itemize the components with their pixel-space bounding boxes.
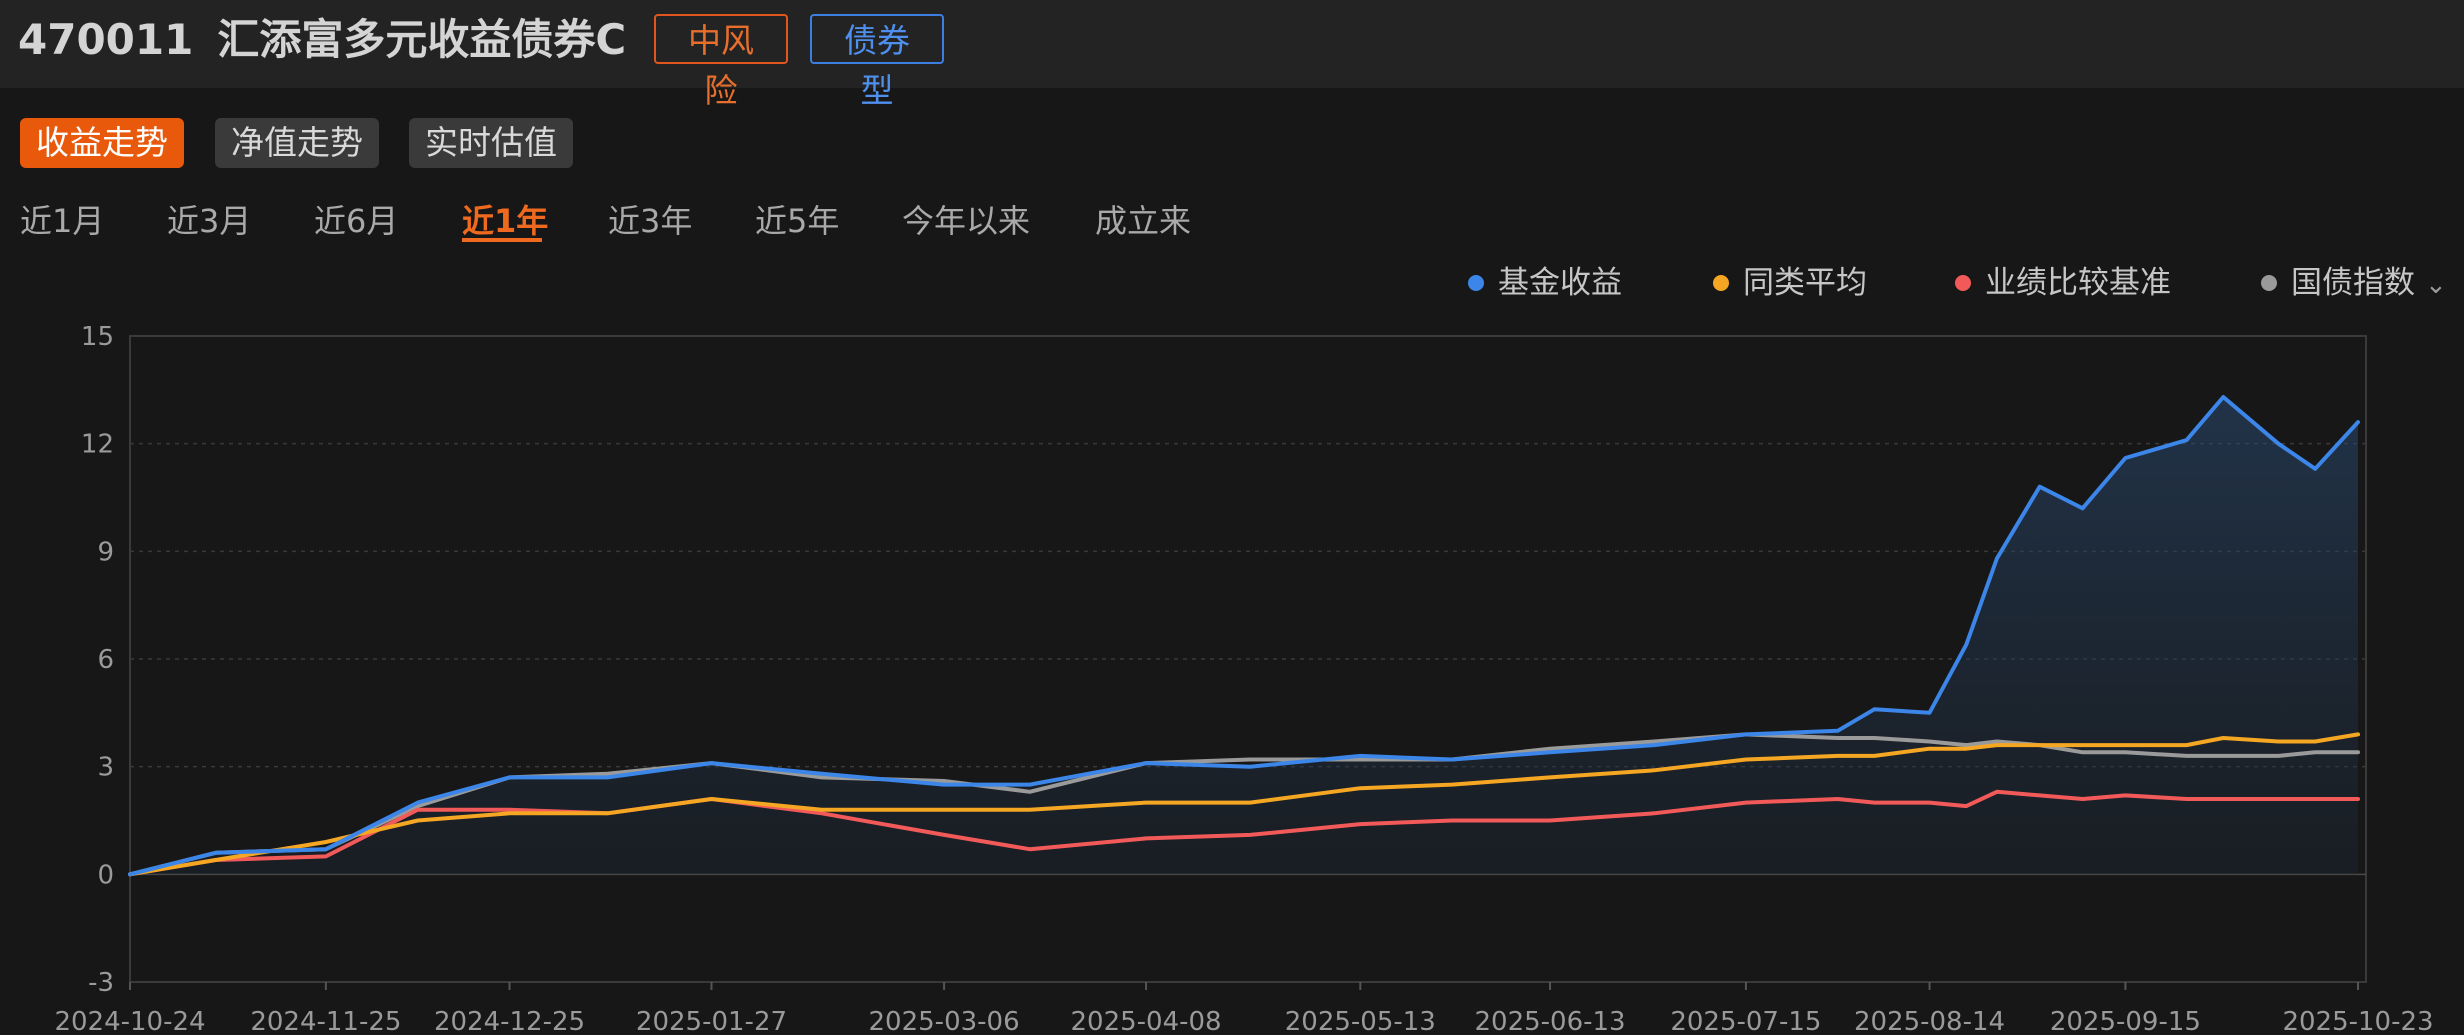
- x-tick-label: 2025-05-13: [1285, 1007, 1436, 1035]
- fund-type-badge: 债券型: [810, 14, 944, 110]
- x-tick-label: 2025-10-23: [2282, 1007, 2433, 1035]
- legend-label: 基金收益: [1498, 265, 1622, 301]
- fund-name: 汇添富多元收益债券C: [217, 15, 627, 64]
- x-tick-label: 2025-06-13: [1474, 1007, 1625, 1035]
- risk-badge: 中风险: [654, 14, 788, 110]
- legend-benchmark[interactable]: 业绩比较基准: [1955, 260, 2171, 306]
- y-tick-label: -3: [88, 968, 114, 998]
- y-tick-label: 15: [81, 322, 114, 352]
- range-tab-3y[interactable]: 近3年: [608, 196, 692, 246]
- range-tab-since-inception[interactable]: 成立来: [1095, 196, 1191, 246]
- fund-header: 470011 汇添富多元收益债券C 中风险 债券型: [0, 0, 2464, 110]
- x-tick-label: 2025-08-14: [1854, 1007, 2005, 1035]
- tab-nav-trend[interactable]: 净值走势: [215, 118, 379, 168]
- range-tab-6m[interactable]: 近6月: [314, 196, 398, 246]
- x-tick-label: 2025-03-06: [869, 1007, 1020, 1035]
- legend-peer-average[interactable]: 同类平均: [1713, 260, 1867, 306]
- legend-label: 业绩比较基准: [1985, 265, 2171, 301]
- tab-return-trend[interactable]: 收益走势: [20, 118, 184, 168]
- tab-realtime-estimate[interactable]: 实时估值: [409, 118, 573, 168]
- x-tick-label: 2025-09-15: [2050, 1007, 2201, 1035]
- x-tick-label: 2024-10-24: [54, 1007, 205, 1035]
- dot-icon: [1713, 275, 1729, 291]
- x-tick-label: 2024-11-25: [250, 1007, 401, 1035]
- range-tab-ytd[interactable]: 今年以来: [902, 196, 1030, 246]
- chevron-down-icon[interactable]: ⌄: [2425, 262, 2447, 308]
- range-tab-5y[interactable]: 近5年: [755, 196, 839, 246]
- y-tick-label: 0: [97, 860, 114, 890]
- legend-label: 国债指数: [2291, 265, 2415, 301]
- dot-icon: [1955, 275, 1971, 291]
- legend-label: 同类平均: [1743, 265, 1867, 301]
- y-tick-label: 3: [97, 753, 114, 783]
- dot-icon: [1468, 275, 1484, 291]
- x-tick-label: 2025-01-27: [636, 1007, 787, 1035]
- x-tick-label: 2025-07-15: [1670, 1007, 1821, 1035]
- range-tab-1m[interactable]: 近1月: [20, 196, 104, 246]
- y-tick-label: 6: [97, 645, 114, 675]
- fund-code: 470011: [18, 15, 194, 64]
- x-tick-label: 2025-04-08: [1071, 1007, 1222, 1035]
- dot-icon: [2261, 275, 2277, 291]
- active-range-underline: [462, 238, 542, 242]
- legend-treasury-index[interactable]: 国债指数 ⌄: [2261, 260, 2447, 306]
- return-chart[interactable]: 15 12 9 6 3 0 -3 2024-10-24 2024-11-25 2024-12-25…: [0, 310, 2464, 1035]
- y-tick-label: 12: [81, 430, 114, 460]
- range-tab-3m[interactable]: 近3月: [167, 196, 251, 246]
- fund-title: 470011 汇添富多元收益债券C: [18, 10, 626, 70]
- y-tick-label: 9: [97, 537, 114, 567]
- legend-fund-return[interactable]: 基金收益: [1468, 260, 1622, 306]
- x-tick-label: 2024-12-25: [434, 1007, 585, 1035]
